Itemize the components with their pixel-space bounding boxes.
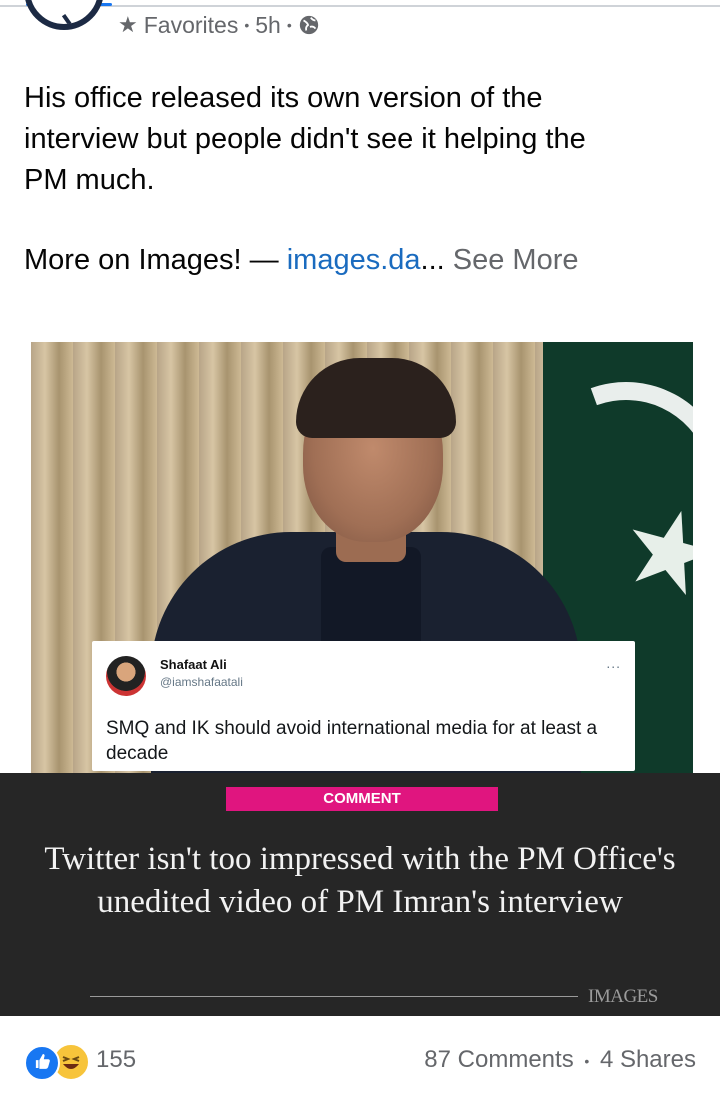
post-line: His office released its own version of t… [24, 82, 543, 114]
audience-label[interactable]: Favorites [144, 12, 239, 39]
engagement-separator: • [584, 1052, 590, 1069]
meta-separator-2: • [286, 17, 292, 33]
post-line: interview but people didn't see it helpi… [24, 123, 586, 155]
ellipsis: ... [420, 244, 445, 276]
post-meta: ★ Favorites • 5h • [118, 10, 320, 40]
tweet-avatar [106, 656, 146, 696]
post-body: His office released its own version of t… [24, 78, 694, 201]
more-options-icon: ... [606, 655, 621, 671]
images-logo: IMAGES [588, 986, 658, 1007]
page-avatar[interactable] [24, 0, 104, 30]
comment-badge: COMMENT [226, 787, 498, 811]
tweet-author-handle: @iamshafaatali [160, 675, 243, 689]
more-line: More on Images! — images.da... See More [24, 240, 579, 281]
more-link[interactable]: images.da [287, 244, 421, 276]
more-prefix: More on Images! — [24, 244, 279, 276]
headline-divider [90, 996, 578, 997]
like-icon[interactable] [24, 1045, 60, 1081]
comments-count[interactable]: 87 Comments [424, 1046, 573, 1073]
reaction-count[interactable]: 155 [96, 1046, 136, 1074]
embedded-tweet-card: Shafaat Ali @iamshafaatali ... SMQ and I… [92, 641, 635, 771]
article-headline[interactable]: Twitter isn't too impressed with the PM … [40, 838, 680, 924]
meta-separator: • [244, 17, 250, 33]
post-time[interactable]: 5h [255, 12, 281, 39]
engagement-summary: 87 Comments • 4 Shares [424, 1046, 696, 1074]
globe-icon [299, 15, 318, 35]
tweet-body: SMQ and IK should avoid international me… [106, 718, 598, 764]
see-more-button[interactable]: See More [453, 244, 579, 276]
tweet-author-name: Shafaat Ali [160, 657, 227, 672]
post-line: PM much. [24, 164, 155, 196]
shares-count[interactable]: 4 Shares [600, 1046, 696, 1073]
star-icon: ★ [118, 12, 138, 37]
